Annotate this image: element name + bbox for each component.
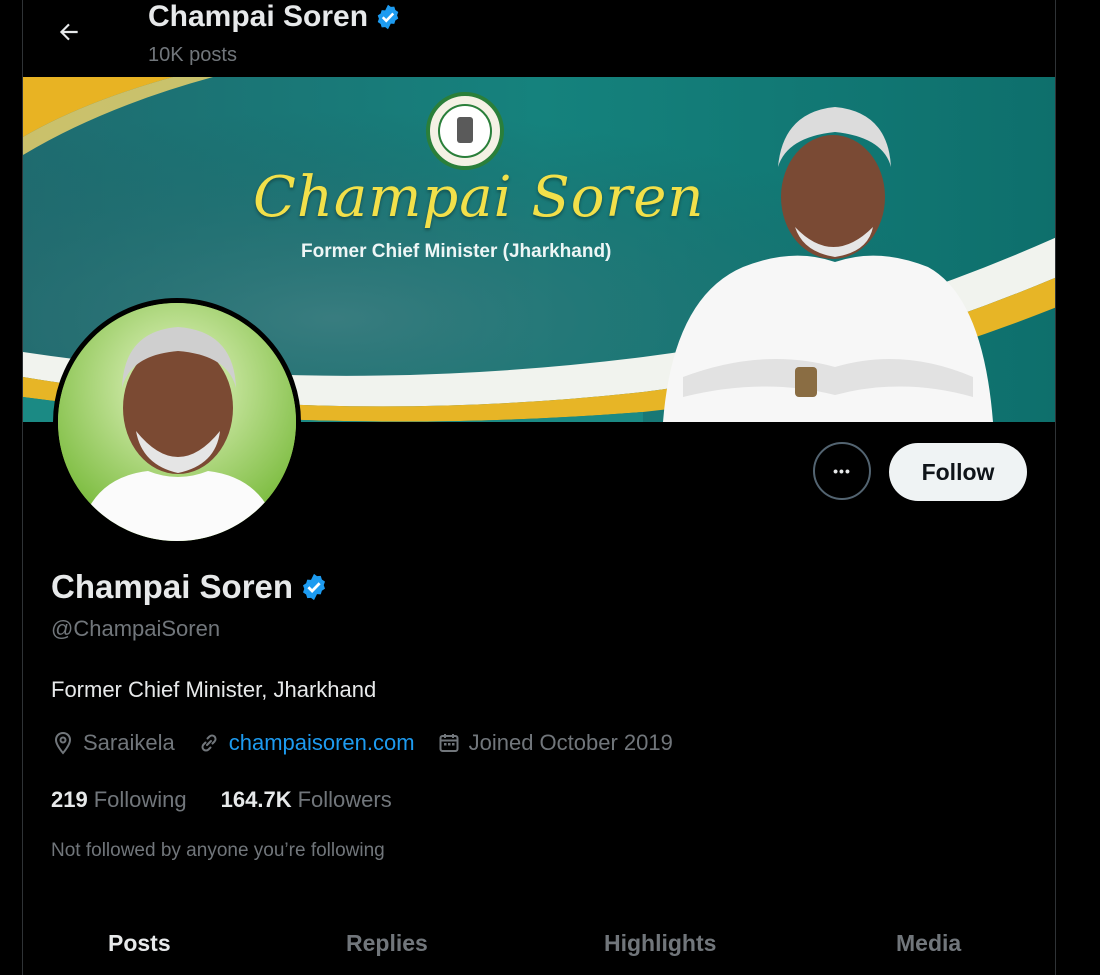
profile-name: Champai Soren bbox=[51, 568, 294, 605]
profile-bio: Former Chief Minister, Jharkhand bbox=[51, 677, 377, 702]
tab-replies[interactable]: Replies bbox=[346, 930, 428, 957]
profile-handle: @ChampaiSoren bbox=[51, 616, 221, 641]
website-link[interactable]: champaisoren.com bbox=[229, 730, 415, 756]
profile-joined: Joined October 2019 bbox=[437, 730, 673, 756]
link-icon bbox=[197, 731, 221, 755]
profile-stats: 219 Following 164.7K Followers bbox=[51, 787, 426, 813]
location-text: Saraikela bbox=[83, 730, 175, 755]
profile-tabs: Posts Replies Highlights Media bbox=[23, 918, 1055, 975]
followers-count[interactable]: 164.7K bbox=[221, 787, 292, 813]
tab-highlights[interactable]: Highlights bbox=[604, 930, 716, 957]
location-pin-icon bbox=[51, 731, 75, 755]
profile-location: Saraikela bbox=[51, 730, 175, 756]
profile-meta: Saraikela champaisoren.com Joined Octobe… bbox=[51, 730, 695, 756]
verified-badge-icon bbox=[377, 4, 399, 30]
more-options-label: ••• bbox=[833, 463, 851, 479]
followers-label[interactable]: Followers bbox=[298, 787, 392, 813]
tab-posts[interactable]: Posts bbox=[108, 930, 171, 957]
avatar-photo bbox=[58, 303, 296, 541]
more-options-button[interactable]: ••• bbox=[813, 442, 871, 500]
tab-media[interactable]: Media bbox=[896, 930, 961, 957]
header-post-count: 10K posts bbox=[148, 44, 237, 66]
profile-avatar[interactable] bbox=[53, 298, 301, 546]
follow-button[interactable]: Follow bbox=[889, 443, 1027, 501]
arrow-left-icon bbox=[59, 23, 78, 41]
joined-text: Joined October 2019 bbox=[468, 730, 673, 755]
following-label[interactable]: Following bbox=[94, 787, 187, 813]
back-button[interactable] bbox=[51, 14, 87, 50]
header-title: Champai Soren bbox=[148, 0, 402, 34]
following-count[interactable]: 219 bbox=[51, 787, 88, 813]
verified-badge-icon bbox=[303, 573, 326, 601]
profile-column: Champai Soren 10K posts Champai Soren Fo… bbox=[22, 0, 1056, 975]
banner-subtitle: Former Chief Minister (Jharkhand) bbox=[301, 241, 612, 262]
header-name: Champai Soren bbox=[148, 0, 369, 33]
right-gutter bbox=[1056, 0, 1100, 975]
profile-website: champaisoren.com bbox=[197, 730, 415, 756]
profile-name-row: Champai Soren bbox=[51, 568, 329, 606]
not-followed-note: Not followed by anyone you’re following bbox=[51, 840, 385, 861]
calendar-icon bbox=[437, 731, 461, 755]
banner-title: Champai Soren bbox=[253, 165, 705, 230]
profile-header: Champai Soren 10K posts bbox=[23, 0, 1055, 77]
